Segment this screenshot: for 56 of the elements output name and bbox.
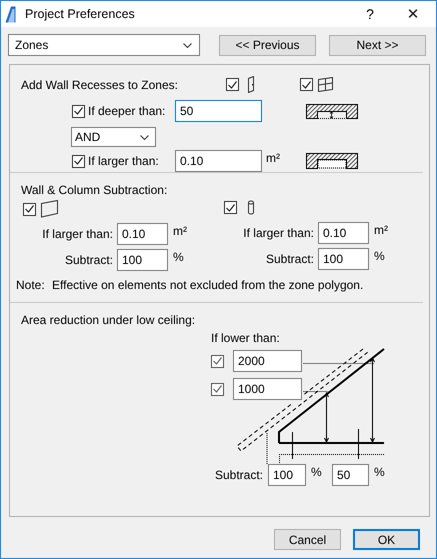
input-field[interactable]: 2000 bbox=[233, 350, 302, 372]
unit-label: m² bbox=[266, 151, 280, 165]
window-icon bbox=[318, 77, 333, 92]
input-field[interactable]: 50 bbox=[175, 100, 262, 122]
column-icon bbox=[247, 200, 255, 215]
input-field[interactable]: 0.10 bbox=[175, 150, 262, 172]
field-label: If deeper than: bbox=[88, 104, 166, 118]
unit-label: m² bbox=[173, 224, 187, 238]
recess-area-drawing bbox=[306, 153, 358, 169]
input-field[interactable]: 50 bbox=[332, 464, 369, 486]
next-button[interactable]: Next >> bbox=[329, 34, 426, 56]
ok-button[interactable]: OK bbox=[353, 529, 420, 550]
unit-label: % bbox=[374, 465, 385, 479]
app-icon bbox=[5, 6, 16, 22]
unit-label: % bbox=[374, 249, 385, 263]
chevron-down-icon bbox=[140, 134, 149, 140]
checkbox[interactable] bbox=[72, 104, 85, 118]
section-title: Area reduction under low ceiling: bbox=[21, 313, 196, 327]
heading-label: If lower than: bbox=[211, 331, 280, 345]
section-title: Wall & Column Subtraction: bbox=[21, 183, 168, 197]
checkbox[interactable] bbox=[23, 202, 36, 216]
window-title: Project Preferences bbox=[25, 7, 135, 21]
input-field[interactable]: 0.10 bbox=[318, 222, 369, 244]
unit-label: m² bbox=[374, 223, 388, 237]
note-label: Note: bbox=[16, 278, 46, 292]
input-field[interactable]: 100 bbox=[117, 249, 168, 271]
input-field[interactable]: 1000 bbox=[233, 378, 302, 400]
checkbox[interactable] bbox=[211, 382, 224, 396]
input-field[interactable]: 100 bbox=[268, 464, 306, 486]
chevron-down-icon bbox=[183, 42, 192, 48]
size-label: If larger than: bbox=[243, 226, 314, 240]
checkbox[interactable] bbox=[226, 78, 239, 91]
previous-button[interactable]: << Previous bbox=[219, 34, 316, 56]
unit-label: % bbox=[311, 465, 322, 479]
size-label: If larger than: bbox=[42, 227, 113, 241]
input-field[interactable]: 100 bbox=[318, 248, 369, 270]
recess-depth-drawing bbox=[306, 104, 358, 118]
subtract-label: Subtract: bbox=[266, 252, 314, 266]
note-text: Effective on elements not excluded from the zone polygon. bbox=[52, 278, 364, 292]
subtract-label: Subtract: bbox=[64, 253, 113, 267]
wall-icon bbox=[40, 200, 59, 218]
checkbox[interactable] bbox=[224, 201, 237, 214]
checkbox[interactable] bbox=[300, 78, 313, 91]
close-button[interactable]: ✕ bbox=[390, 1, 436, 27]
category-dropdown[interactable]: Zones bbox=[8, 34, 200, 56]
checkbox[interactable] bbox=[211, 354, 224, 368]
unit-label: % bbox=[173, 250, 184, 264]
operator-dropdown[interactable]: AND bbox=[71, 127, 156, 147]
checkbox[interactable] bbox=[72, 154, 85, 168]
section-title: Add Wall Recesses to Zones: bbox=[21, 78, 179, 92]
help-button[interactable]: ? bbox=[350, 1, 390, 27]
door-icon bbox=[247, 76, 255, 93]
cancel-button[interactable]: Cancel bbox=[274, 529, 341, 550]
input-field[interactable]: 0.10 bbox=[117, 223, 168, 245]
subtract-label: Subtract: bbox=[214, 468, 263, 482]
field-label: If larger than: bbox=[88, 154, 160, 168]
